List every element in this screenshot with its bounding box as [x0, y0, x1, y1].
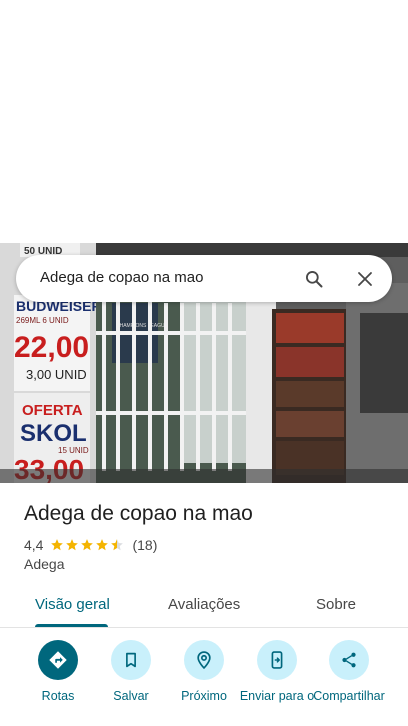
rating-stars: [50, 538, 125, 552]
directions-button[interactable]: Rotas: [23, 640, 93, 703]
send-to-phone-label: Enviar para o: [239, 689, 315, 703]
star-full-icon: [66, 539, 79, 551]
clear-search-button[interactable]: [350, 264, 380, 294]
place-details-screen: BUDWEISER 269ML 6 UNID 22,00 3,00 UNID O…: [0, 0, 408, 726]
bookmark-icon: [126, 652, 136, 668]
tab-reviews[interactable]: Avaliações: [168, 596, 240, 613]
save-button-circle[interactable]: [111, 640, 151, 680]
active-tab-indicator: [35, 624, 108, 627]
search-button[interactable]: [299, 264, 329, 294]
sign-price1-sub: 3,00 UNID: [26, 367, 87, 382]
nearby-button-circle[interactable]: [184, 640, 224, 680]
star-full-icon: [81, 539, 94, 551]
save-label: Salvar: [113, 689, 149, 703]
search-bar[interactable]: Adega de copao na mao: [16, 255, 392, 302]
nearby-button[interactable]: Próximo: [169, 640, 239, 703]
send-to-phone-icon: [271, 651, 283, 669]
search-query-text[interactable]: Adega de copao na mao: [40, 269, 203, 286]
poster-text: CHAMPIONS LEAGUE: [116, 323, 169, 329]
nearby-label: Próximo: [181, 689, 227, 703]
review-count[interactable]: (18): [132, 537, 157, 553]
save-button[interactable]: Salvar: [96, 640, 166, 703]
directions-label: Rotas: [41, 689, 75, 703]
nearby-icon: [197, 651, 211, 670]
send-to-phone-button[interactable]: Enviar para o: [240, 640, 314, 703]
action-buttons: Rotas Salvar Próximo Enviar para o Compa…: [0, 640, 408, 726]
star-full-icon: [96, 539, 109, 551]
directions-icon: [49, 651, 67, 669]
star-half-icon: [111, 539, 124, 551]
sign-price1: 22,00: [14, 331, 89, 364]
share-button-circle[interactable]: [329, 640, 369, 680]
sign-skol: SKOL: [20, 420, 87, 447]
sign-budweiser-sub: 269ML 6 UNID: [16, 316, 69, 325]
search-icon: [306, 271, 323, 288]
rating-value: 4,4: [24, 537, 44, 553]
directions-button-circle[interactable]: [38, 640, 78, 680]
tab-bar: Visão geral Avaliações Sobre: [0, 585, 408, 628]
place-category: Adega: [24, 556, 65, 572]
share-label: Compartilhar: [313, 689, 385, 703]
tab-about[interactable]: Sobre: [316, 596, 356, 613]
star-full-icon: [51, 539, 64, 551]
place-title: Adega de copao na mao: [24, 502, 253, 525]
rating-row[interactable]: 4,4 (18): [24, 536, 157, 554]
share-button[interactable]: Compartilhar: [313, 640, 385, 703]
share-icon: [342, 652, 356, 668]
sign-offer: OFERTA: [22, 402, 83, 419]
tab-overview[interactable]: Visão geral: [35, 596, 110, 613]
send-to-phone-button-circle[interactable]: [257, 640, 297, 680]
close-icon: [358, 272, 372, 286]
